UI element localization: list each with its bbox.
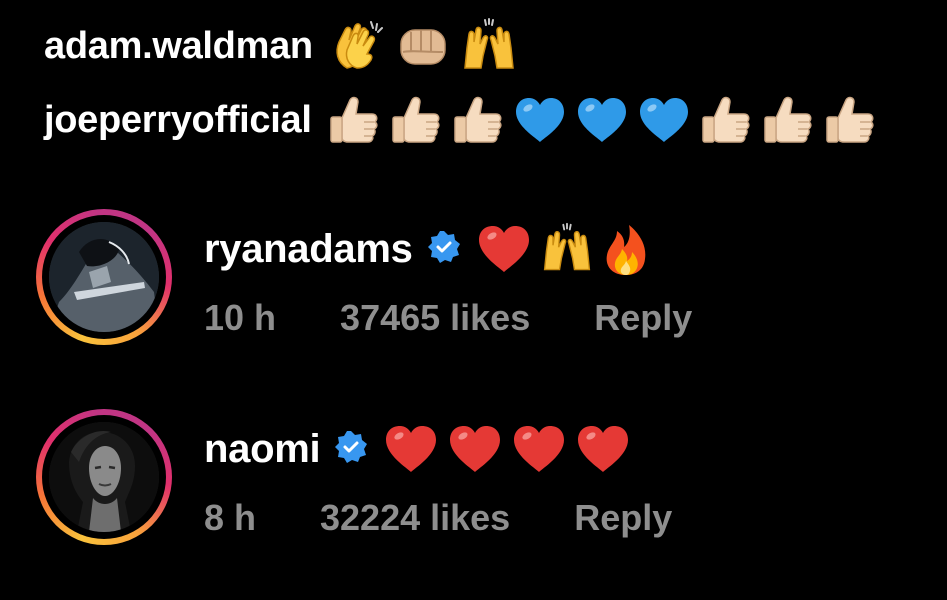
comment-meta: 8 h 32224 likes Reply: [204, 497, 672, 539]
thumbs-up-icon: [326, 92, 382, 148]
clapping-hands-icon: [327, 18, 387, 74]
comment-time: 10 h: [204, 297, 277, 338]
blue-heart-icon: [574, 92, 630, 148]
verified-badge-icon: [334, 430, 368, 469]
comment-header: ryanadams: [204, 221, 651, 277]
blue-heart-icon: [512, 92, 568, 148]
avatar[interactable]: [49, 422, 159, 532]
raising-hands-icon: [459, 18, 519, 74]
likes-count[interactable]: 32224 likes: [320, 497, 510, 539]
username[interactable]: joeperryofficial: [44, 99, 312, 142]
comment-meta: 10 h 37465 likes Reply: [204, 297, 692, 339]
blue-heart-icon: [636, 92, 692, 148]
raising-hands-icon: [539, 221, 595, 277]
red-heart-icon: [382, 421, 440, 477]
username[interactable]: adam.waldman: [44, 25, 313, 68]
username[interactable]: ryanadams: [204, 227, 413, 272]
reply-line-joeperryofficial: joeperryofficial: [44, 92, 878, 148]
emoji-row: [475, 221, 651, 277]
comment-time: 8 h: [204, 497, 257, 538]
comment-header: naomi: [204, 421, 632, 477]
red-heart-icon: [574, 421, 632, 477]
thumbs-up-icon: [388, 92, 444, 148]
thumbs-up-icon: [760, 92, 816, 148]
likes-count[interactable]: 37465 likes: [340, 297, 530, 339]
reply-button[interactable]: Reply: [574, 497, 672, 539]
red-heart-icon: [446, 421, 504, 477]
red-heart-icon: [510, 421, 568, 477]
username[interactable]: naomi: [204, 427, 321, 472]
reply-button[interactable]: Reply: [594, 297, 692, 339]
fire-icon: [601, 221, 651, 277]
thumbs-up-icon: [450, 92, 506, 148]
emoji-row: [326, 92, 878, 148]
story-ring[interactable]: [36, 409, 172, 545]
comment-naomi: naomi 8 h 32224 likes Reply: [36, 405, 936, 545]
red-heart-icon: [475, 221, 533, 277]
reply-line-adam-waldman: adam.waldman: [44, 18, 519, 74]
thumbs-up-icon: [698, 92, 754, 148]
emoji-row: [327, 18, 519, 74]
story-ring[interactable]: [36, 209, 172, 345]
emoji-row: [382, 421, 632, 477]
verified-badge-icon: [427, 230, 461, 269]
thumbs-up-icon: [822, 92, 878, 148]
fist-bump-icon: [393, 18, 453, 74]
avatar[interactable]: [49, 222, 159, 332]
comment-ryanadams: ryanadams 10 h 37465 likes Reply: [36, 205, 936, 345]
